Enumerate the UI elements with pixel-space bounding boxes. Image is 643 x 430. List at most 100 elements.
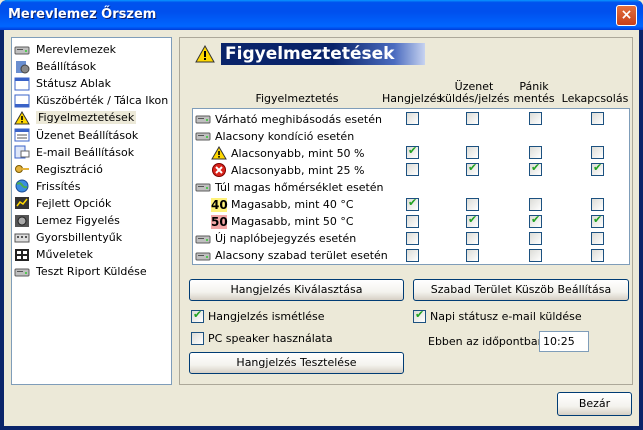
warning-checkbox[interactable] [529,213,542,228]
sidebar-item[interactable]: Frissítés [14,178,169,195]
free-space-threshold-button[interactable]: Szabad Terület Küszöb Beállítása [413,279,629,301]
sidebar-item[interactable]: Gyorsbillentyűk [14,229,169,246]
window-close-button[interactable]: × [616,5,637,26]
sidebar-item[interactable]: Teszt Riport Küldése [14,263,169,280]
pc-speaker-checkbox[interactable]: PC speaker használata [191,332,333,345]
warning-checkbox[interactable] [591,231,604,245]
daily-email-checkbox[interactable]: Napi státusz e-mail küldése [413,308,582,323]
warning-checkbox[interactable] [529,197,542,211]
sound-test-button[interactable]: Hangjelzés Tesztelése [189,352,404,374]
sidebar-item[interactable]: Merevlemezek [14,41,169,58]
column-panic-line2: mentés [513,92,555,105]
sidebar-item[interactable]: Műveletek [14,246,169,263]
warning-checkbox[interactable] [591,248,604,262]
warning-checkbox[interactable] [406,231,419,245]
sidebar-item-label: Műveletek [36,248,94,262]
sound-select-button[interactable]: Hangjelzés Kiválasztása [189,279,404,301]
warning-checkbox[interactable] [529,248,542,262]
warning-checkbox[interactable] [466,112,479,125]
temp40-icon: 40 [211,197,228,212]
repeat-sound-box[interactable] [191,308,204,323]
warning-row-label: Alacsonyabb, mint 25 % [211,163,365,178]
sidebar-item-label: Beállítások [36,60,97,74]
repeat-sound-checkbox[interactable]: Hangjelzés ismétlése [191,308,325,323]
sidebar-item[interactable]: Lemez Figyelés [14,212,169,229]
sidebar-item[interactable]: Üzenet Beállítások [14,127,169,144]
tray-icon [14,94,30,108]
warning-checkbox[interactable] [406,214,419,228]
warning-checkbox[interactable] [591,213,604,228]
warning-row-label: 40 Magasabb, mint 40 °C [211,197,354,212]
sidebar-item-label: Figyelmeztetések [36,111,137,125]
main-window: Merevlemez Őrszem × Merevlemezek Beállítá… [0,0,643,430]
close-button[interactable]: Bezár [557,392,632,416]
daily-email-box[interactable] [413,308,426,323]
warning-checkbox[interactable] [591,197,604,211]
warning-checkbox[interactable] [406,248,419,262]
sidebar-item-label: Lemez Figyelés [36,214,120,227]
warning-checkbox[interactable] [406,144,419,160]
pc-speaker-label: PC speaker használata [208,332,333,345]
sidebar-item[interactable]: Küszöbérték / Tálca Ikon [14,92,169,109]
warning-checkbox[interactable] [529,161,542,177]
warning-row-label: Várható meghibásodás esetén [195,112,382,126]
warning-checkbox[interactable] [591,161,604,177]
sidebar-item-label: Regisztráció [36,162,103,176]
sidebar-item[interactable]: Státusz Ablak [14,75,169,92]
sidebar: Merevlemezek Beállítások Státusz Ablak Küsz… [11,37,172,385]
warning-row: 40 Magasabb, mint 40 °C [193,196,629,213]
warning-checkbox[interactable] [529,112,542,125]
warning-row-text: Alacsonyabb, mint 50 % [231,146,365,160]
warning-icon [14,110,30,125]
warning-checkbox[interactable] [466,231,479,245]
warning-row: Alacsonyabb, mint 25 % [193,161,629,178]
sidebar-item[interactable]: Figyelmeztetések [14,109,169,126]
warning-row-text: Új naplóbejegyzés esetén [215,232,357,246]
sidebar-item-label: Frissítés [36,179,81,193]
hdd-icon [195,249,211,263]
warning-icon [211,146,227,160]
warning-checkbox[interactable] [406,112,419,125]
warning-icon [195,45,215,63]
message-icon [14,128,30,142]
warning-row: Várható meghibásodás esetén [193,110,629,127]
repeat-sound-label: Hangjelzés ismétlése [208,310,325,323]
warning-row-label: Túl magas hőmérséklet esetén [195,180,384,194]
warning-row-text: Alacsony szabad terület esetén [215,249,388,263]
warning-row-text: Alacsonyabb, mint 25 % [231,163,365,177]
panel-title-banner: Figyelmeztetések [221,43,425,65]
warning-checkbox[interactable] [466,213,479,228]
hdd-icon [195,232,211,246]
warning-row-label: Új naplóbejegyzés esetén [195,232,356,246]
keyboard-icon [14,231,30,245]
warning-checkbox[interactable] [466,161,479,177]
pc-speaker-box[interactable] [191,332,204,345]
warning-checkbox[interactable] [466,248,479,262]
column-panic: Pánik mentés [504,81,564,105]
warning-checkbox[interactable] [591,112,604,125]
daily-email-label: Napi státusz e-mail küldése [430,310,582,323]
sidebar-item[interactable]: Regisztráció [14,161,169,178]
warning-row: Alacsony szabad terület esetén [193,247,629,264]
time-input[interactable]: 10:25 [539,331,589,352]
warning-checkbox[interactable] [529,231,542,245]
warning-checkbox[interactable] [406,196,419,211]
warning-row: 50 Magasabb, mint 50 °C [193,213,629,230]
sidebar-item[interactable]: Fejlett Opciók [14,195,169,212]
hdd-icon [195,112,211,126]
warning-checkbox[interactable] [591,146,604,160]
warning-checkbox[interactable] [466,197,479,211]
warning-checkbox[interactable] [529,146,542,160]
sidebar-item[interactable]: E-mail Beállítások [14,144,169,161]
warning-row: Alacsony kondíció esetén [193,127,629,144]
warning-checkbox[interactable] [406,163,419,177]
warning-checkbox[interactable] [466,146,479,160]
sidebar-item[interactable]: Beállítások [14,58,169,75]
warning-row-label: Alacsonyabb, mint 50 % [211,146,365,160]
warnings-grid: Várható meghibásodás esetén Alacsony kond… [192,108,630,265]
sidebar-item-label: Fejlett Opciók [36,196,112,210]
window-title: Merevlemez Őrszem [8,7,157,22]
settings-icon [14,60,30,74]
column-message: Üzenet küldés/jelzés [439,81,509,105]
sidebar-item-label: Teszt Riport Küldése [36,265,147,279]
